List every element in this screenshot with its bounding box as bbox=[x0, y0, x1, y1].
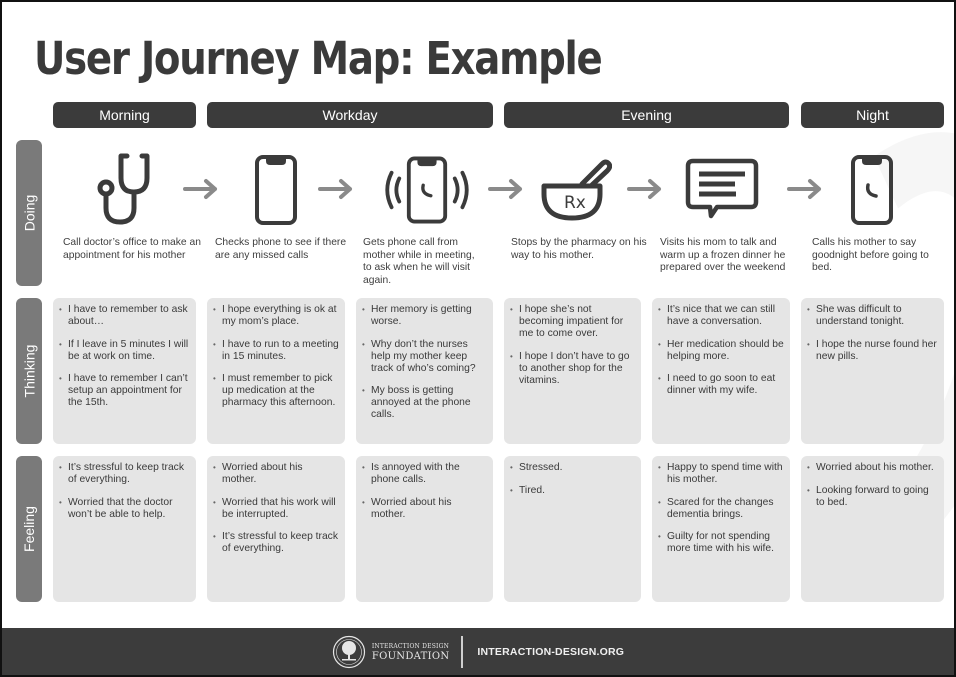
logo-text-small: INTERACTION DESIGN bbox=[371, 642, 450, 650]
row-label-thinking: Thinking bbox=[16, 298, 42, 444]
list-item: I have to remember I can’t setup an appo… bbox=[59, 373, 190, 409]
list-item: It’s nice that we can still have a conve… bbox=[658, 304, 784, 328]
feeling-card: Is annoyed with the phone calls. Worried… bbox=[356, 456, 493, 602]
list-item: Is annoyed with the phone calls. bbox=[362, 462, 487, 486]
feeling-card: It’s stressful to keep track of everythi… bbox=[53, 456, 196, 602]
tree-seal-icon bbox=[332, 635, 365, 668]
arrow-right-icon bbox=[488, 179, 522, 199]
list-item: I need to go soon to eat dinner with my … bbox=[658, 373, 784, 397]
doing-text: Visits his mom to talk and warm up a fro… bbox=[660, 237, 786, 273]
list-item: I hope she’s not becoming impatient for … bbox=[510, 304, 635, 340]
feeling-list: Stressed. Tired. bbox=[510, 462, 635, 497]
row-label-doing-text: Doing bbox=[21, 194, 37, 232]
feeling-list: Happy to spend time with his mother. Sca… bbox=[658, 462, 784, 555]
list-item: Scared for the changes dementia brings. bbox=[658, 497, 784, 521]
phone-call-icon bbox=[832, 152, 912, 228]
feeling-card: Happy to spend time with his mother. Sca… bbox=[652, 456, 790, 602]
feeling-list: Worried about his mother. Worried that h… bbox=[213, 462, 339, 555]
feeling-card: Worried about his mother. Looking forwar… bbox=[801, 456, 944, 602]
thinking-list: Her memory is getting worse. Why don’t t… bbox=[362, 304, 487, 421]
feeling-list: Worried about his mother. Looking forwar… bbox=[807, 462, 938, 509]
thinking-list: She was difficult to understand tonight.… bbox=[807, 304, 938, 363]
phase-evening: Evening bbox=[504, 102, 789, 128]
doing-text: Gets phone call from mother while in mee… bbox=[363, 237, 475, 286]
list-item: If I leave in 5 minutes I will be at wor… bbox=[59, 339, 190, 363]
list-item: Worried that his work will be interrupte… bbox=[213, 497, 339, 521]
stethoscope-icon bbox=[86, 152, 166, 228]
list-item: I have to run to a meeting in 15 minutes… bbox=[213, 339, 339, 363]
list-item: I hope everything is ok at my mom’s plac… bbox=[213, 304, 339, 328]
thinking-card: She was difficult to understand tonight.… bbox=[801, 298, 944, 444]
list-item: Worried that the doctor won’t be able to… bbox=[59, 497, 190, 521]
footer: INTERACTION DESIGN FOUNDATION INTERACTIO… bbox=[2, 628, 954, 675]
arrow-right-icon bbox=[183, 179, 217, 199]
idf-logo[interactable]: INTERACTION DESIGN FOUNDATION bbox=[332, 635, 450, 669]
ringing-phone-icon bbox=[382, 152, 472, 228]
row-label-feeling: Feeling bbox=[16, 456, 42, 602]
logo-text-big: FOUNDATION bbox=[371, 650, 450, 662]
list-item: Guilty for not spending more time with h… bbox=[658, 531, 784, 555]
list-item: It’s stressful to keep track of everythi… bbox=[59, 462, 190, 486]
doing-text: Calls his mother to say goodnight before… bbox=[812, 237, 929, 273]
thinking-card: It’s nice that we can still have a conve… bbox=[652, 298, 790, 444]
thinking-list: I hope she’s not becoming impatient for … bbox=[510, 304, 635, 387]
feeling-card: Stressed. Tired. bbox=[504, 456, 641, 602]
row-label-feeling-text: Feeling bbox=[21, 506, 38, 552]
rx-symbol: Rx bbox=[564, 193, 586, 213]
doing-text: Checks phone to see if there are any mis… bbox=[215, 237, 347, 261]
chat-bubble-icon bbox=[682, 152, 762, 228]
thinking-card: Her memory is getting worse. Why don’t t… bbox=[356, 298, 493, 444]
list-item: Why don’t the nurses help my mother keep… bbox=[362, 339, 487, 375]
list-item: It’s stressful to keep track of everythi… bbox=[213, 531, 339, 555]
list-item: Stressed. bbox=[510, 462, 635, 474]
pharmacy-mortar-icon: Rx bbox=[535, 152, 615, 228]
row-label-doing: Doing bbox=[16, 140, 42, 286]
feeling-list: Is annoyed with the phone calls. Worried… bbox=[362, 462, 487, 521]
thinking-card: I hope everything is ok at my mom’s plac… bbox=[207, 298, 345, 444]
list-item: I hope the nurse found her new pills. bbox=[807, 339, 938, 363]
list-item: Looking forward to going to bed. bbox=[807, 485, 938, 509]
phase-morning: Morning bbox=[53, 102, 196, 128]
phase-night: Night bbox=[801, 102, 944, 128]
list-item: Happy to spend time with his mother. bbox=[658, 462, 784, 486]
list-item: I hope I don’t have to go to another sho… bbox=[510, 351, 635, 387]
doing-text: Stops by the pharmacy on his way to his … bbox=[511, 237, 647, 261]
list-item: Worried about his mother. bbox=[213, 462, 339, 486]
footer-divider bbox=[461, 635, 464, 668]
page-title: User Journey Map: Example bbox=[34, 32, 603, 85]
list-item: I must remember to pick up medication at… bbox=[213, 373, 339, 409]
journey-map: User Journey Map: Example Morning Workda… bbox=[0, 0, 956, 677]
feeling-card: Worried about his mother. Worried that h… bbox=[207, 456, 345, 602]
arrow-right-icon bbox=[787, 179, 821, 199]
list-item: Tired. bbox=[510, 485, 635, 497]
thinking-card: I hope she’s not becoming impatient for … bbox=[504, 298, 641, 444]
thinking-list: I have to remember to ask about… If I le… bbox=[59, 304, 190, 409]
doing-text: Call doctor’s office to make an appointm… bbox=[63, 237, 201, 261]
smartphone-icon bbox=[236, 152, 316, 228]
phase-workday: Workday bbox=[207, 102, 493, 128]
list-item: Her memory is getting worse. bbox=[362, 304, 487, 328]
row-label-thinking-text: Thinking bbox=[21, 344, 38, 398]
list-item: She was difficult to understand tonight. bbox=[807, 304, 938, 328]
list-item: I have to remember to ask about… bbox=[59, 304, 190, 328]
thinking-list: I hope everything is ok at my mom’s plac… bbox=[213, 304, 339, 409]
arrow-right-icon bbox=[627, 179, 661, 199]
list-item: Worried about his mother. bbox=[362, 497, 487, 521]
list-item: My boss is getting annoyed at the phone … bbox=[362, 385, 487, 421]
thinking-list: It’s nice that we can still have a conve… bbox=[658, 304, 784, 397]
list-item: Her medication should be helping more. bbox=[658, 339, 784, 363]
feeling-list: It’s stressful to keep track of everythi… bbox=[59, 462, 190, 521]
list-item: Worried about his mother. bbox=[807, 462, 938, 474]
arrow-right-icon bbox=[318, 179, 352, 199]
site-link[interactable]: INTERACTION-DESIGN.ORG bbox=[477, 646, 624, 658]
thinking-card: I have to remember to ask about… If I le… bbox=[53, 298, 196, 444]
